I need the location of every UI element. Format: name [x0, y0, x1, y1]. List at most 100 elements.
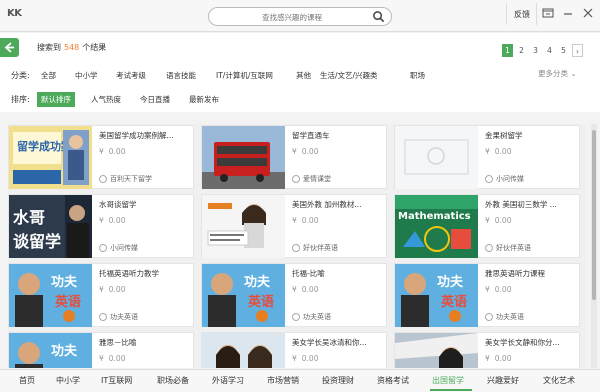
nav-career[interactable]: 职场必备	[157, 375, 189, 386]
course-provider[interactable]: 小问传媒	[485, 174, 524, 184]
course-card[interactable]: 金果树留学 ¥0.00 小问传媒	[394, 125, 580, 189]
category-all[interactable]: 全部	[41, 70, 56, 81]
course-thumbnail: 功夫 英语	[202, 264, 285, 327]
provider-name: 爱情课堂	[303, 175, 331, 183]
page-3[interactable]: 3	[530, 44, 541, 57]
course-card[interactable]: Mathematics 外教 美国初三数学 ... ¥0.00 好伙伴英语	[394, 194, 580, 258]
more-categories-dropdown[interactable]: 更多分类 ⌄	[538, 68, 577, 79]
currency-symbol: ¥	[485, 147, 490, 156]
course-card[interactable]: 留学直通车 ¥0.00 爱情课堂	[201, 125, 387, 189]
course-provider[interactable]: 爱情课堂	[292, 174, 331, 184]
price-value: 0.00	[301, 147, 319, 156]
currency-symbol: ¥	[485, 285, 490, 294]
page-5[interactable]: 5	[558, 44, 569, 57]
course-provider[interactable]: 功夫英语	[485, 312, 524, 322]
course-title[interactable]: 美女学长文静和你分...	[485, 337, 577, 348]
nav-home[interactable]: 首页	[19, 375, 35, 386]
course-card[interactable]: 功夫 雅思－比喻 ¥0.00	[8, 332, 194, 368]
price-value: 0.00	[108, 354, 126, 363]
scrollbar-thumb[interactable]	[592, 130, 596, 300]
course-title[interactable]: 托福英语听力教学	[99, 268, 191, 279]
nav-hobbies[interactable]: 兴趣爱好	[487, 375, 519, 386]
provider-name: 小问传媒	[496, 175, 524, 183]
category-exam[interactable]: 考试考级	[116, 70, 146, 81]
currency-symbol: ¥	[292, 285, 297, 294]
category-career[interactable]: 职场	[410, 70, 425, 81]
category-k12[interactable]: 中小学	[75, 70, 98, 81]
nav-k12[interactable]: 中小学	[56, 375, 80, 386]
search-input[interactable]	[217, 10, 367, 24]
next-page-button[interactable]: ›	[572, 44, 583, 57]
course-provider[interactable]: 好伙伴英语	[485, 243, 531, 253]
sort-newest[interactable]: 最新发布	[189, 94, 219, 105]
course-price: ¥0.00	[292, 216, 318, 225]
course-title[interactable]: 雅思英语听力课程	[485, 268, 577, 279]
course-thumbnail: 留学成功案例	[9, 126, 92, 189]
course-title[interactable]: 美国留学成功案例解...	[99, 130, 191, 141]
page-1[interactable]: 1	[502, 44, 513, 57]
nav-finance[interactable]: 投资理财	[322, 375, 354, 386]
provider-icon	[485, 244, 493, 252]
provider-name: 功夫英语	[303, 313, 331, 321]
course-title[interactable]: 留学直通车	[292, 130, 384, 141]
nav-language[interactable]: 外语学习	[212, 375, 244, 386]
sort-popular[interactable]: 人气热度	[91, 94, 121, 105]
nav-arts[interactable]: 文化艺术	[543, 375, 575, 386]
category-other[interactable]: 其他	[296, 70, 311, 81]
course-price: ¥0.00	[292, 354, 318, 363]
divider	[536, 3, 537, 25]
feedback-button[interactable]: 反馈	[514, 9, 530, 20]
course-card[interactable]: 美女学长吴冰清和你... ¥0.00	[201, 332, 387, 368]
provider-icon	[99, 175, 107, 183]
course-price: ¥0.00	[292, 147, 318, 156]
course-card[interactable]: 美女学长文静和你分... ¥0.00	[394, 332, 580, 368]
nav-it[interactable]: IT互联网	[101, 375, 132, 386]
course-title[interactable]: 托福-比喻	[292, 268, 384, 279]
category-it[interactable]: IT/计算机/互联网	[216, 70, 273, 81]
course-title[interactable]: 外教 美国初三数学 ...	[485, 199, 577, 210]
price-value: 0.00	[494, 285, 512, 294]
course-provider[interactable]: 好伙伴英语	[292, 243, 338, 253]
course-title[interactable]: 雅思－比喻	[99, 337, 191, 348]
provider-icon	[99, 244, 107, 252]
course-title[interactable]: 美女学长吴冰清和你...	[292, 337, 384, 348]
app-logo: KK	[7, 8, 22, 19]
course-card[interactable]: 功夫 英语 托福英语听力教学 ¥0.00 功夫英语	[8, 263, 194, 327]
back-button[interactable]	[0, 38, 19, 57]
minimize-icon[interactable]	[560, 5, 576, 21]
price-value: 0.00	[494, 147, 512, 156]
course-card[interactable]: 功夫 英语 托福-比喻 ¥0.00 功夫英语	[201, 263, 387, 327]
course-card[interactable]: 留学成功案例 美国留学成功案例解... ¥0.00 百利天下留学	[8, 125, 194, 189]
course-title[interactable]: 金果树留学	[485, 130, 577, 141]
thumbnail-caption: 英语	[440, 294, 467, 310]
category-language[interactable]: 语言技能	[166, 70, 196, 81]
course-provider[interactable]: 小问传媒	[99, 243, 138, 253]
course-card[interactable]: 美国外教 加州教材... ¥0.00 好伙伴英语	[201, 194, 387, 258]
search-box[interactable]	[208, 7, 392, 26]
course-price: ¥0.00	[485, 285, 511, 294]
course-provider[interactable]: 功夫英语	[99, 312, 138, 322]
course-provider[interactable]: 功夫英语	[292, 312, 331, 322]
currency-symbol: ¥	[292, 147, 297, 156]
search-icon[interactable]	[372, 10, 385, 23]
thumbnail-caption: 功夫	[51, 343, 78, 359]
course-provider[interactable]: 百利天下留学	[99, 174, 152, 184]
sort-live-today[interactable]: 今日直播	[140, 94, 170, 105]
nav-marketing[interactable]: 市场营销	[267, 375, 299, 386]
provider-name: 百利天下留学	[110, 175, 152, 183]
close-icon[interactable]	[580, 5, 596, 21]
course-title[interactable]: 美国外教 加州教材...	[292, 199, 384, 210]
course-card[interactable]: 功夫 英语 雅思英语听力课程 ¥0.00 功夫英语	[394, 263, 580, 327]
price-value: 0.00	[301, 216, 319, 225]
menu-icon[interactable]	[540, 5, 556, 21]
nav-certification[interactable]: 资格考试	[377, 375, 409, 386]
page-2[interactable]: 2	[516, 44, 527, 57]
price-value: 0.00	[301, 285, 319, 294]
category-life[interactable]: 生活/文艺/兴趣类	[320, 70, 378, 81]
nav-study-abroad[interactable]: 出国留学	[432, 375, 464, 386]
course-price: ¥0.00	[485, 147, 511, 156]
sort-default[interactable]: 默认排序	[37, 92, 75, 107]
page-4[interactable]: 4	[544, 44, 555, 57]
course-title[interactable]: 水哥谈留学	[99, 199, 191, 210]
course-card[interactable]: 水哥 谈留学 水哥谈留学 ¥0.00 小问传媒	[8, 194, 194, 258]
